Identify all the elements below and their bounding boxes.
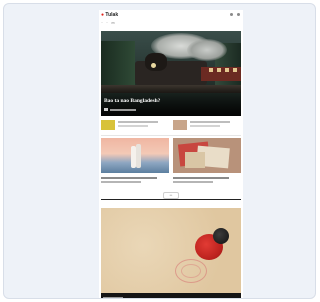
- mini-subtitle: [190, 125, 220, 127]
- hero-trees-left: [101, 41, 135, 91]
- menu-icon[interactable]: [237, 13, 240, 16]
- train-wagons: [201, 67, 241, 81]
- card-subtitle: [173, 181, 213, 183]
- web-page: ● Tulak — — — Bao ta nao Bangladesh? •••: [99, 10, 243, 298]
- nav-item[interactable]: —: [101, 22, 103, 24]
- card-title: [173, 177, 229, 179]
- divider: [101, 135, 241, 136]
- couple-beach-image: [101, 138, 169, 173]
- banner-caption-bar: [101, 293, 241, 298]
- hero-article[interactable]: Bao ta nao Bangladesh?: [101, 31, 241, 116]
- mini-title: [190, 121, 230, 123]
- category-badge: [104, 108, 108, 111]
- wagon-windows: [209, 68, 213, 72]
- meta-text: [110, 108, 136, 111]
- top-bar: ● Tulak: [99, 10, 243, 20]
- article-card[interactable]: [101, 138, 169, 183]
- train-lamp: [151, 63, 156, 68]
- logo-text: Tulak: [105, 12, 119, 18]
- mini-article[interactable]: [173, 118, 241, 133]
- stamp-imprint-inner: [181, 264, 201, 278]
- category-nav: — — —: [101, 22, 115, 24]
- article-card[interactable]: [173, 138, 241, 183]
- hero-smoke: [187, 39, 227, 61]
- load-more-button[interactable]: •••: [163, 192, 179, 199]
- top-icons: [230, 13, 240, 16]
- hero-meta: [104, 108, 136, 111]
- letters-image: [173, 138, 241, 173]
- stamp-handle: [213, 228, 229, 244]
- nav-item[interactable]: —: [106, 22, 108, 24]
- search-icon[interactable]: [230, 13, 233, 16]
- paper-sheet: [185, 152, 205, 168]
- mini-thumbnail: [173, 120, 187, 130]
- train-boiler: [145, 53, 167, 71]
- feature-banner[interactable]: [101, 208, 241, 298]
- banner-caption: [103, 297, 123, 298]
- mini-article[interactable]: [101, 118, 169, 133]
- mini-subtitle: [118, 125, 148, 127]
- site-logo[interactable]: ● Tulak: [101, 12, 118, 18]
- card-title: [101, 177, 157, 179]
- hero-title[interactable]: Bao ta nao Bangladesh?: [104, 98, 160, 104]
- browser-frame: ● Tulak — — — Bao ta nao Bangladesh? •••: [3, 3, 316, 299]
- section-header: [101, 199, 241, 205]
- card-subtitle: [101, 181, 141, 183]
- nav-item-active[interactable]: —: [111, 22, 115, 24]
- mini-thumbnail: [101, 120, 115, 130]
- mini-title: [118, 121, 158, 123]
- person-figure: [136, 144, 141, 168]
